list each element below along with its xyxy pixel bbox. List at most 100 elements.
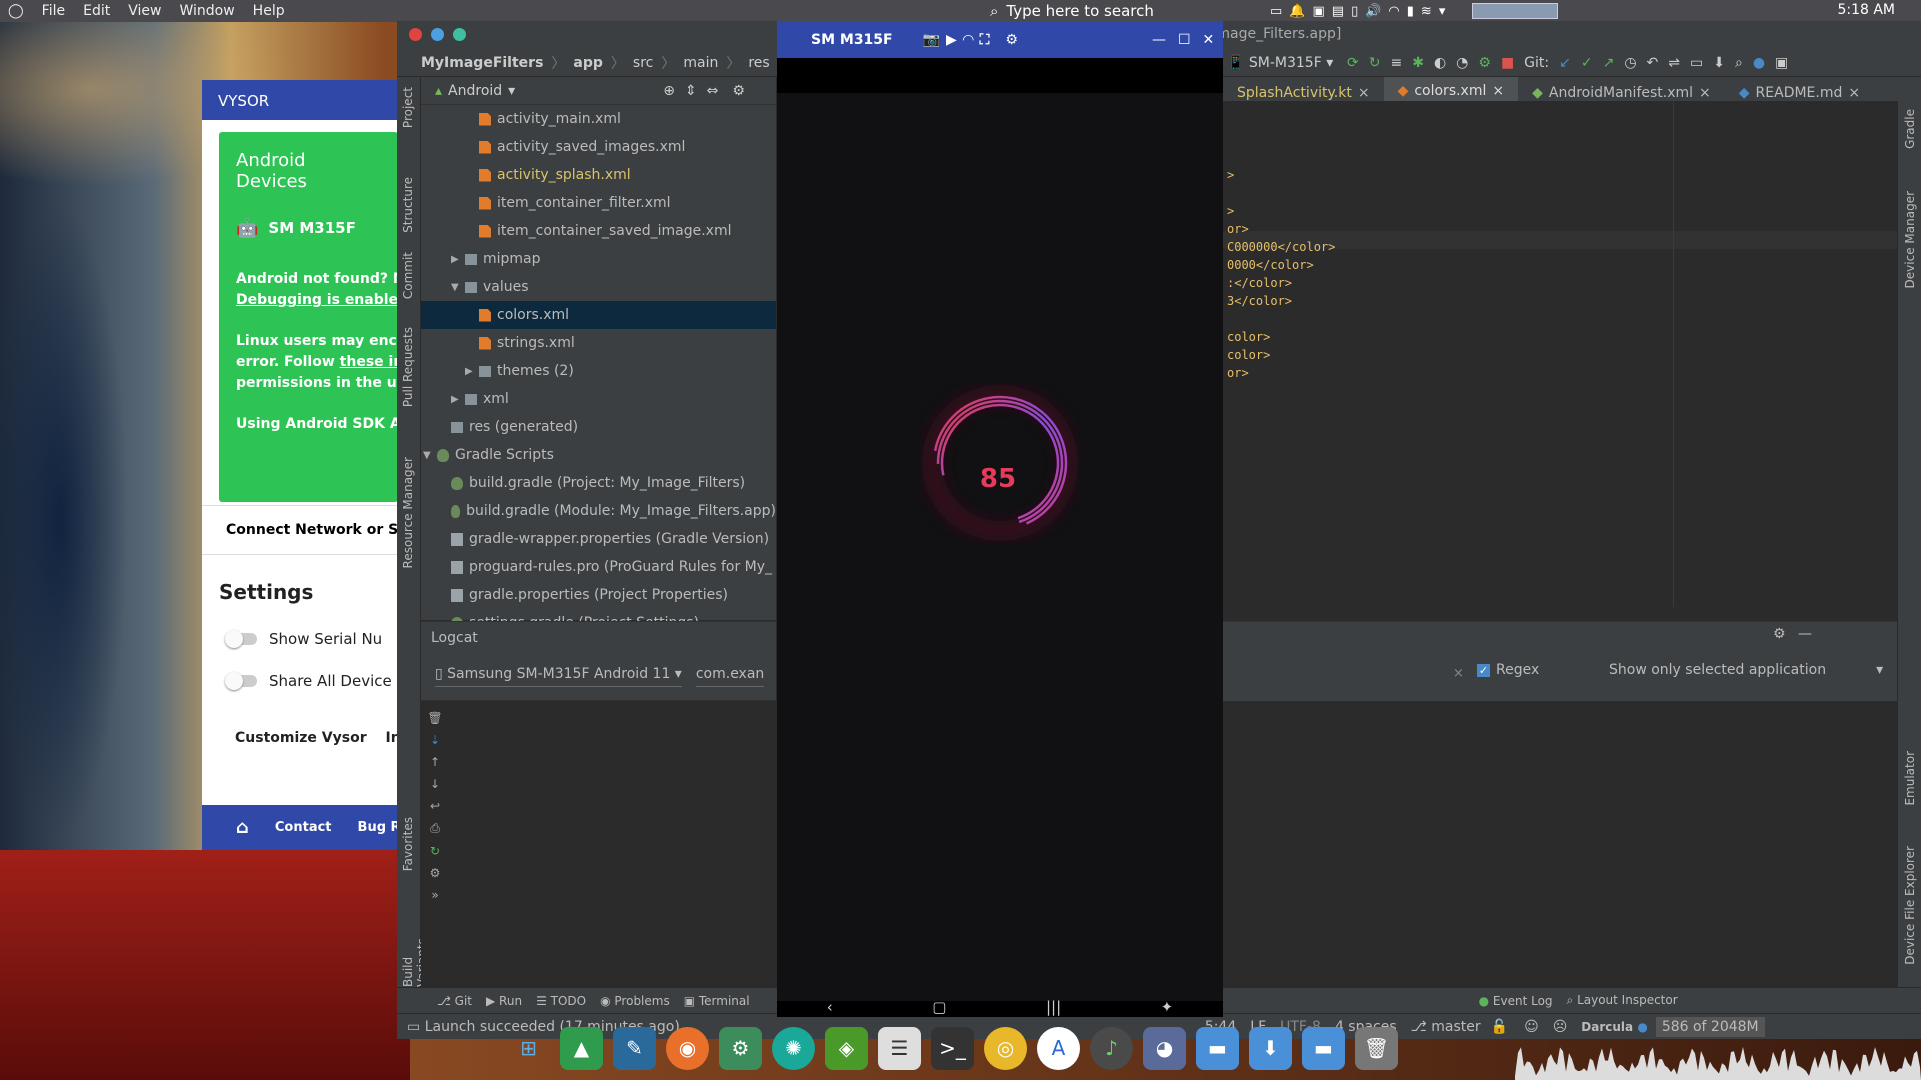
history-icon[interactable]: ◷ — [1624, 55, 1636, 71]
chevron-right-icon[interactable]: ▶ — [451, 254, 459, 265]
expand-all-icon[interactable]: ⇕ — [685, 83, 697, 99]
attach-debugger-icon[interactable]: ⚙ — [1478, 55, 1491, 71]
home-icon[interactable]: ▢ — [932, 998, 946, 1016]
maximize-window-button[interactable] — [453, 28, 466, 41]
profile-icon[interactable]: ◐ — [1434, 55, 1446, 71]
tree-item[interactable]: ▶ themes (2) — [421, 357, 776, 385]
wifi-icon[interactable]: ≋ — [1421, 4, 1432, 19]
smile-icon[interactable]: ☺ — [1524, 1019, 1539, 1035]
menu-window[interactable]: Window — [179, 3, 234, 19]
rollback-icon[interactable]: ↶ — [1647, 55, 1659, 71]
gear-icon[interactable]: ⚙ — [1005, 32, 1018, 48]
tray-icon[interactable]: ▭ — [1270, 4, 1282, 19]
home-icon[interactable]: ⌂ — [236, 817, 249, 838]
music-icon[interactable]: ♪ — [1090, 1026, 1133, 1070]
aperture-icon[interactable]: ✺ — [772, 1026, 815, 1070]
nvidia-icon[interactable]: ◈ — [825, 1026, 868, 1070]
restart-icon[interactable]: ↻ — [430, 844, 440, 858]
tree-item[interactable]: gradle.properties (Project Properties) — [421, 581, 776, 609]
breadcrumb-item[interactable]: main — [683, 55, 718, 71]
theme-indicator[interactable]: Darcula ● — [1581, 1020, 1648, 1034]
scroll-end-icon[interactable]: ⇣ — [430, 733, 440, 747]
workspace-switcher[interactable] — [1472, 3, 1559, 19]
tool-pull-requests[interactable]: Pull Requests — [401, 327, 415, 407]
appstore-icon[interactable]: A — [1037, 1026, 1080, 1070]
text-editor-icon[interactable]: ☰ — [878, 1026, 921, 1070]
close-icon[interactable]: ✕ — [1203, 32, 1215, 48]
tree-item[interactable]: ▼ Gradle Scripts — [421, 441, 776, 469]
chevron-right-icon[interactable]: ▶ — [451, 394, 459, 405]
tool-structure[interactable]: Structure — [401, 177, 415, 233]
accessibility-icon[interactable]: ✦ — [1161, 998, 1174, 1016]
tool-device-file-explorer[interactable]: Device File Explorer — [1903, 846, 1917, 965]
apply-changes-icon[interactable]: ⟳ — [1347, 55, 1359, 71]
menu-edit[interactable]: Edit — [83, 3, 110, 19]
close-window-button[interactable] — [409, 28, 422, 41]
toggle-switch[interactable] — [225, 630, 257, 648]
tree-item[interactable]: item_container_saved_image.xml — [421, 217, 776, 245]
recents-icon[interactable]: ||| — [1046, 998, 1061, 1016]
logcat-settings[interactable]: ⚙ — [1773, 626, 1786, 642]
chrome-icon[interactable]: ◎ — [984, 1026, 1027, 1070]
tool-todo[interactable]: ☰ TODO — [536, 994, 586, 1008]
lock-icon[interactable]: 🔓 — [1491, 1019, 1508, 1035]
tree-item[interactable]: ▼ values — [421, 273, 776, 301]
tree-item[interactable]: ▶ xml — [421, 385, 776, 413]
coverage-icon[interactable]: ◔ — [1456, 55, 1468, 71]
record-icon[interactable]: ▶ — [946, 32, 957, 48]
menu-view[interactable]: View — [128, 3, 161, 19]
breadcrumb-item[interactable]: MyImageFilters — [421, 55, 543, 71]
folder-icon[interactable]: ▬ — [1196, 1026, 1239, 1070]
git-branch[interactable]: ⎇ master — [1411, 1019, 1481, 1035]
chevron-right-icon[interactable]: ▶ — [465, 366, 473, 377]
tree-item[interactable]: item_container_filter.xml — [421, 189, 776, 217]
tool-favorites[interactable]: Favorites — [401, 817, 415, 871]
terminal-icon[interactable]: >_ — [931, 1026, 974, 1070]
git-update-icon[interactable]: ↙ — [1559, 55, 1571, 71]
tree-item[interactable]: build.gradle (Module: My_Image_Filters.a… — [421, 497, 776, 525]
toggle-share-devices[interactable]: Share All Device — [219, 660, 398, 702]
git-push-icon[interactable]: ↗ — [1603, 55, 1615, 71]
customize-vysor-link[interactable]: Customize Vysor — [235, 730, 367, 746]
firefox-icon[interactable]: ◉ — [666, 1026, 709, 1070]
logcat-device-selector[interactable]: ▯ Samsung SM-M315F Android 11 ▾ — [435, 666, 682, 687]
taskbar-search[interactable]: ⌕ Type here to search — [990, 0, 1154, 22]
tree-item[interactable]: activity_saved_images.xml — [421, 133, 776, 161]
close-icon[interactable]: × — [1848, 85, 1860, 101]
tree-item[interactable]: activity_main.xml — [421, 105, 776, 133]
frown-icon[interactable]: ☹ — [1553, 1019, 1568, 1035]
volume-icon[interactable]: 🔊 — [1365, 4, 1381, 19]
soft-wrap-icon[interactable]: ↩ — [430, 799, 440, 813]
breadcrumb-item[interactable]: src — [633, 55, 653, 71]
minimize-icon[interactable]: — — [1152, 32, 1166, 48]
clear-search-icon[interactable]: × — [1453, 666, 1464, 681]
bug-report-link[interactable]: Bug Re — [358, 820, 398, 835]
debug-icon[interactable]: ✱ — [1412, 55, 1424, 71]
vysor-icon[interactable]: ◕ — [1143, 1026, 1186, 1070]
system-monitor-icon[interactable]: ▲ — [560, 1026, 603, 1070]
logcat-package-selector[interactable]: com.exan — [695, 666, 765, 687]
breadcrumb-item[interactable]: app — [573, 55, 603, 71]
logcat-filter-selector[interactable]: Show only selected application ▾ — [1609, 662, 1883, 678]
fullscreen-icon[interactable]: ⛶ — [980, 32, 990, 48]
contact-link[interactable]: Contact — [275, 820, 332, 835]
avd-manager-icon[interactable]: ▭ — [1690, 55, 1703, 71]
instructions-link[interactable]: these instr — [340, 354, 398, 370]
checkbox-icon[interactable]: ✓ — [1477, 663, 1490, 677]
print-icon[interactable]: ⎙ — [430, 821, 440, 836]
android-studio-icon[interactable]: ⚙ — [719, 1026, 762, 1070]
tool-event-log[interactable]: ● Event Log — [1479, 994, 1553, 1008]
tool-run[interactable]: ▶ Run — [486, 994, 522, 1008]
code-editor-icon[interactable]: ✎ — [613, 1026, 656, 1070]
tree-item[interactable]: activity_splash.xml — [421, 161, 776, 189]
headphones-icon[interactable]: ◠ — [963, 32, 974, 48]
maximize-icon[interactable]: ☐ — [1178, 32, 1191, 48]
chevron-down-icon[interactable]: ▾ — [1439, 4, 1446, 19]
tree-item[interactable]: colors.xml — [421, 301, 776, 329]
gradle-sync-icon[interactable]: ⇌ — [1668, 55, 1680, 71]
trash-icon[interactable]: 🗑 — [1355, 1026, 1398, 1070]
git-commit-icon[interactable]: ✓ — [1581, 55, 1593, 71]
tray-icon[interactable]: ▤ — [1332, 4, 1344, 19]
locate-icon[interactable]: ⊕ — [663, 83, 675, 99]
minimize-window-button[interactable] — [431, 28, 444, 41]
